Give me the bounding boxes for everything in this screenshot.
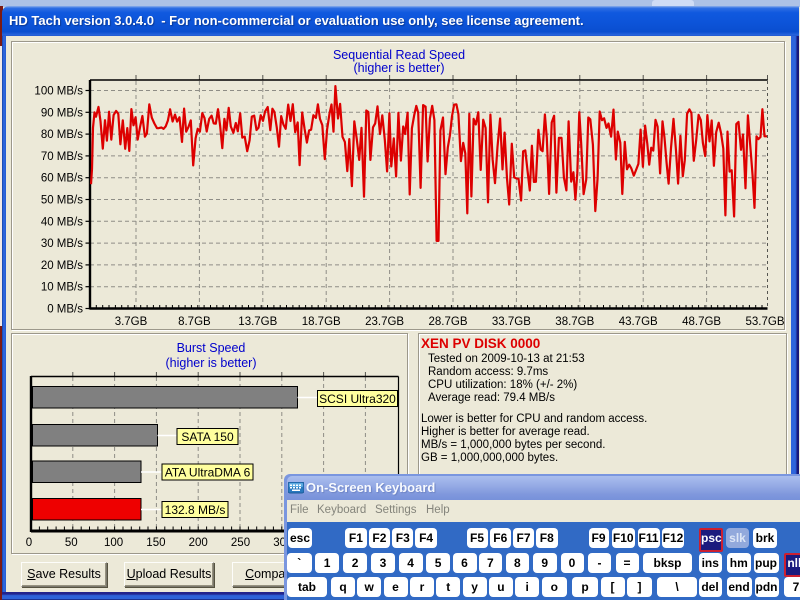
svg-text:18.7GB: 18.7GB — [302, 316, 341, 328]
svg-text:33.7GB: 33.7GB — [492, 316, 531, 328]
svg-text:43.7GB: 43.7GB — [619, 316, 658, 328]
svg-text:50: 50 — [65, 537, 78, 549]
svg-text:150: 150 — [146, 537, 165, 549]
svg-text:132.8 MB/s: 132.8 MB/s — [165, 503, 226, 517]
svg-text:Burst Speed: Burst Speed — [177, 341, 246, 355]
svg-text:20 MB/s: 20 MB/s — [41, 260, 83, 272]
svg-text:3.7GB: 3.7GB — [115, 316, 148, 328]
svg-text:ATA UltraDMA 6: ATA UltraDMA 6 — [165, 466, 251, 480]
svg-text:0 MB/s: 0 MB/s — [47, 304, 83, 316]
svg-text:200: 200 — [189, 537, 208, 549]
svg-text:48.7GB: 48.7GB — [682, 316, 721, 328]
svg-text:38.7GB: 38.7GB — [555, 316, 594, 328]
svg-text:90 MB/s: 90 MB/s — [41, 107, 83, 119]
svg-text:Sequential Read Speed: Sequential Read Speed — [333, 48, 465, 62]
svg-text:10 MB/s: 10 MB/s — [41, 282, 83, 294]
svg-text:28.7GB: 28.7GB — [429, 316, 468, 328]
svg-text:SATA 150: SATA 150 — [181, 430, 234, 444]
svg-text:13.7GB: 13.7GB — [238, 316, 277, 328]
svg-text:60 MB/s: 60 MB/s — [41, 173, 83, 185]
svg-text:30 MB/s: 30 MB/s — [41, 238, 83, 250]
svg-text:250: 250 — [231, 537, 250, 549]
svg-text:23.7GB: 23.7GB — [365, 316, 404, 328]
svg-text:100: 100 — [104, 537, 123, 549]
svg-text:SCSI Ultra320: SCSI Ultra320 — [319, 392, 396, 406]
svg-text:100 MB/s: 100 MB/s — [34, 86, 83, 98]
svg-text:0: 0 — [26, 537, 32, 549]
svg-text:70 MB/s: 70 MB/s — [41, 151, 83, 163]
svg-text:53.7GB: 53.7GB — [746, 316, 785, 328]
svg-text:40 MB/s: 40 MB/s — [41, 216, 83, 228]
svg-text:8.7GB: 8.7GB — [178, 316, 211, 328]
svg-text:(higher is better): (higher is better) — [353, 61, 444, 75]
svg-text:50 MB/s: 50 MB/s — [41, 195, 83, 207]
svg-text:(higher is better): (higher is better) — [165, 356, 256, 370]
svg-text:80 MB/s: 80 MB/s — [41, 129, 83, 141]
